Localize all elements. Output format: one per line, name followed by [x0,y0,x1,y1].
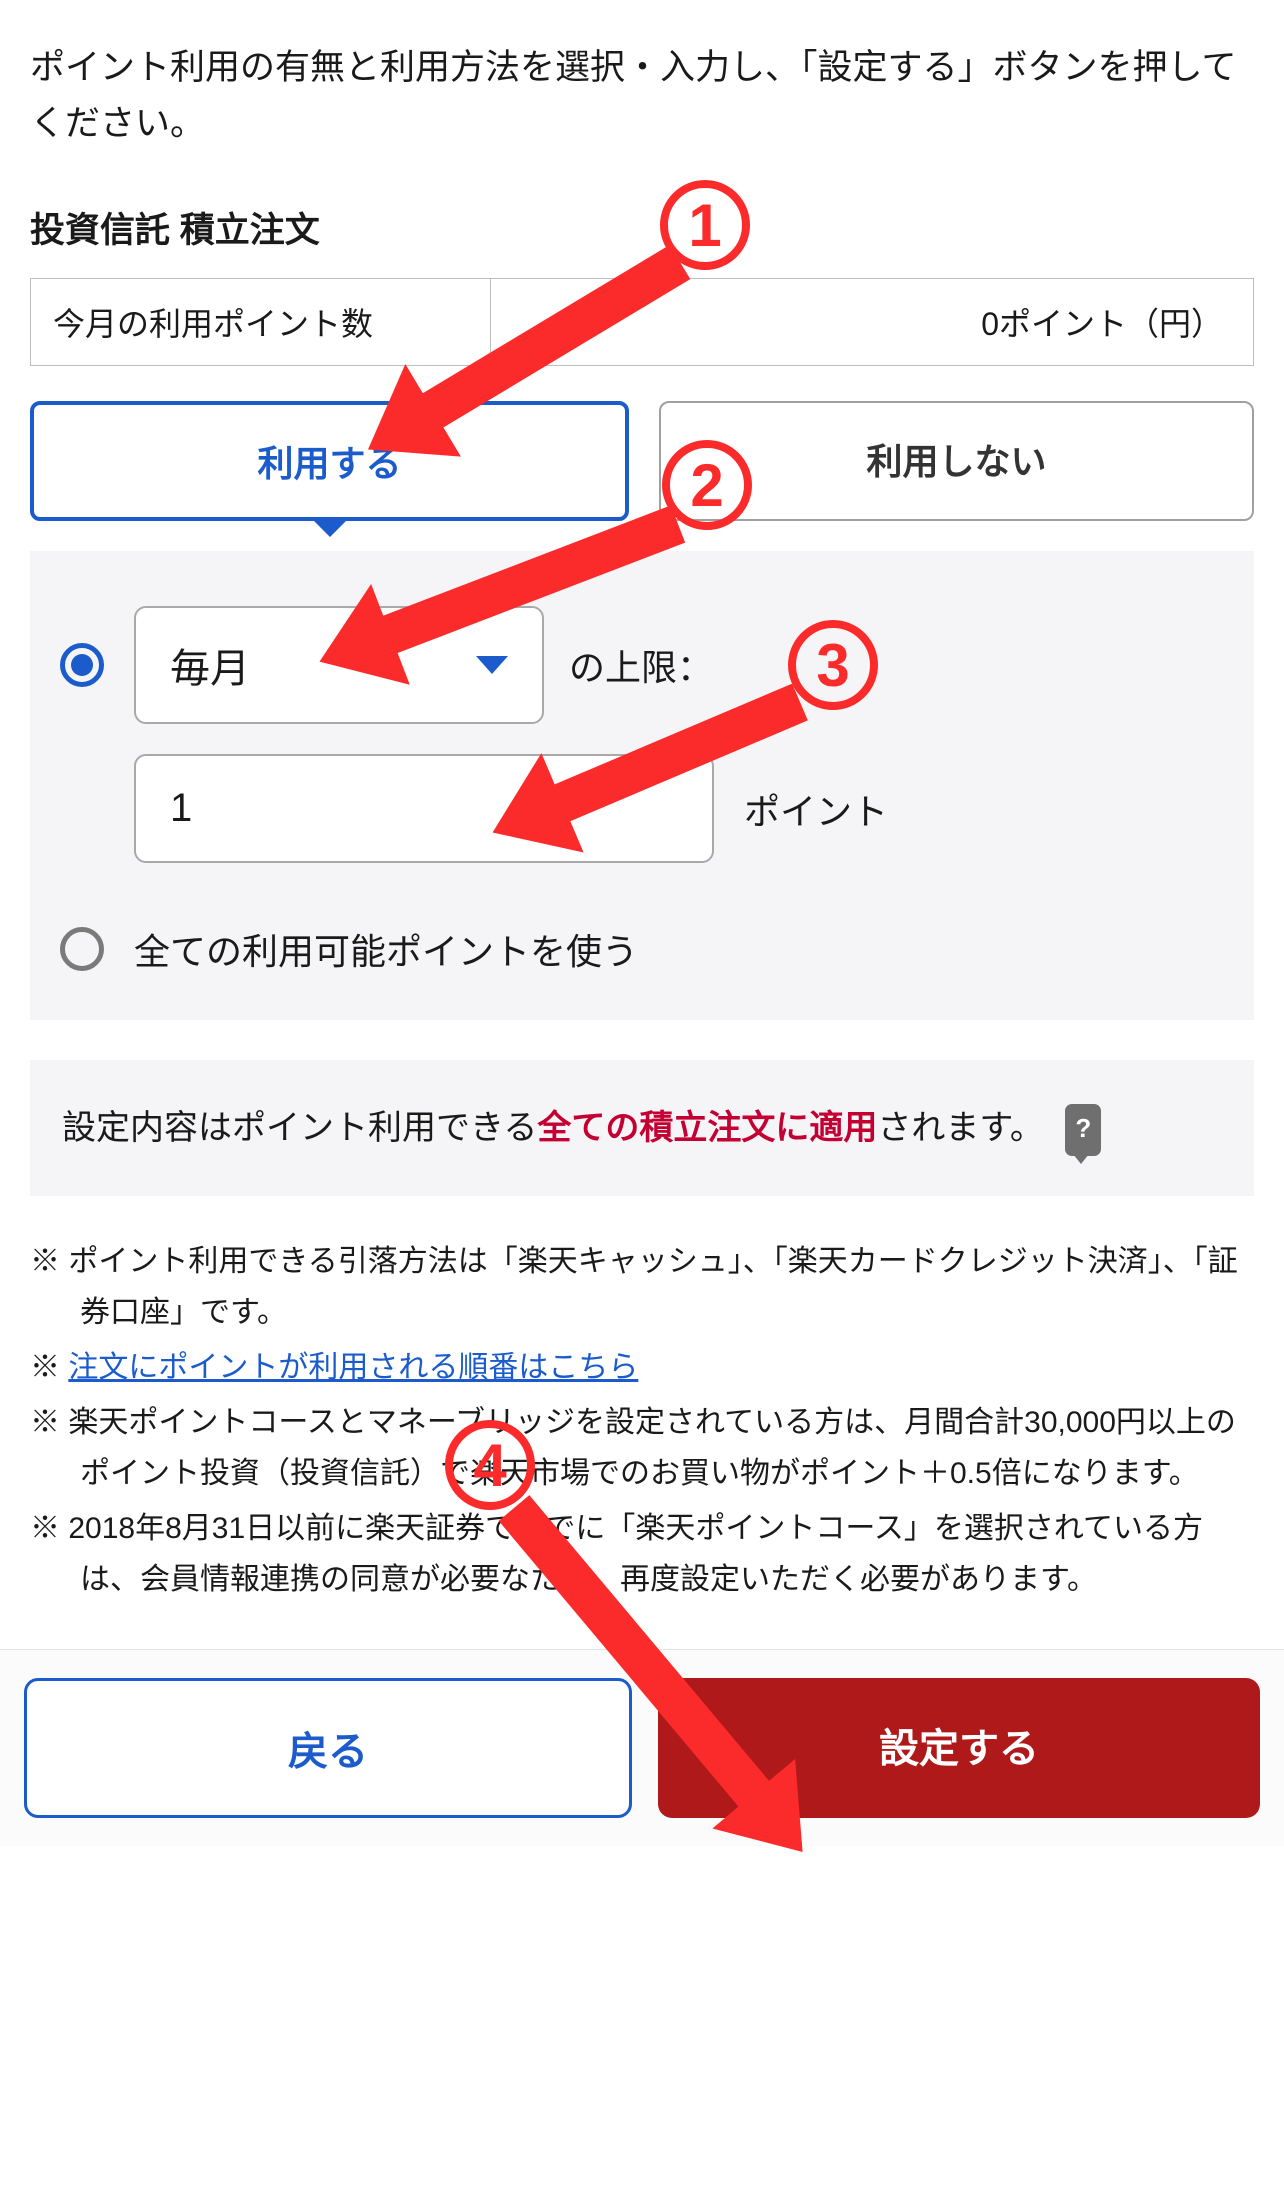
monthly-points-label: 今月の利用ポイント数 [31,279,491,365]
monthly-limit-option[interactable]: 毎月 の上限： [60,606,1224,724]
points-unit-label: ポイント [744,783,888,835]
notice-post: されます。 [877,1109,1044,1147]
use-all-points-label: 全ての利用可能ポイントを使う [134,923,638,975]
footnote-1: ※ ポイント利用できる引落方法は「楽天キャッシュ」、「楽天カードクレジット決済」… [30,1236,1254,1338]
notice-highlight: 全ての積立注文に適用 [537,1109,877,1147]
back-button[interactable]: 戻る [24,1678,632,1818]
annotation-marker-1: 1 [660,180,750,270]
chevron-down-icon [476,656,508,674]
footnote-4: ※ 2018年8月31日以前に楽天証券ですでに「楽天ポイントコース」を選択されて… [30,1503,1254,1605]
footnote-2: ※ 注文にポイントが利用される順番はこちら [30,1342,1254,1393]
apply-all-notice: 設定内容はポイント利用できる全ての積立注文に適用されます。 ? [30,1060,1254,1196]
help-icon[interactable]: ? [1065,1104,1101,1156]
use-toggle-group: 利用する 利用しない [30,401,1254,521]
radio-monthly-limit[interactable] [60,643,104,687]
use-points-button[interactable]: 利用する [30,401,629,521]
not-use-points-button[interactable]: 利用しない [659,401,1254,521]
frequency-select-value: 毎月 [170,636,250,694]
limit-suffix-label: の上限： [569,639,713,691]
use-all-points-option[interactable]: 全ての利用可能ポイントを使う [60,923,1224,975]
footnotes: ※ ポイント利用できる引落方法は「楽天キャッシュ」、「楽天カードクレジット決済」… [30,1236,1254,1649]
intro-text: ポイント利用の有無と利用方法を選択・入力し、「設定する」ボタンを押してください。 [30,40,1254,152]
section-title: 投資信託 積立注文 [30,202,1254,253]
notice-pre: 設定内容はポイント利用できる [62,1109,537,1147]
annotation-marker-2: 2 [662,440,752,530]
footnote-3: ※ 楽天ポイントコースとマネーブリッジを設定されている方は、月間合計30,000… [30,1397,1254,1499]
point-order-link[interactable]: 注文にポイントが利用される順番はこちら [68,1351,638,1384]
annotation-marker-3: 3 [788,620,878,710]
annotation-marker-4: 4 [445,1420,535,1510]
radio-use-all[interactable] [60,927,104,971]
